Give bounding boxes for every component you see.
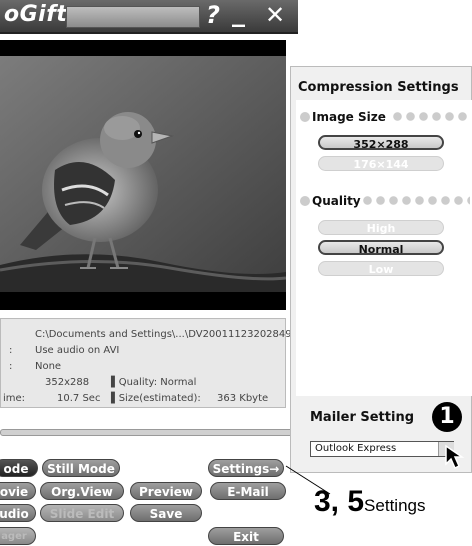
preview-button[interactable]: Preview [130, 482, 202, 500]
file-info-panel: C:\Documents and Settings\...\DV20011123… [0, 318, 310, 408]
none-prefix: : [9, 361, 13, 372]
settings-button[interactable]: Settings→ [208, 459, 284, 477]
audio-setting: Use audio on AVI [35, 345, 120, 356]
callout-text: Settings [364, 496, 426, 515]
effect-none: None [35, 361, 62, 372]
file-path: C:\Documents and Settings\...\DV20011123… [35, 329, 310, 340]
step-badge: 1 [432, 402, 462, 432]
minimize-button[interactable]: _ [232, 0, 245, 28]
exit-button[interactable]: Exit [208, 527, 284, 545]
movie-button[interactable]: ovie [0, 482, 36, 500]
title-field [66, 6, 200, 28]
quality-info: ▌Quality: Normal [111, 377, 197, 388]
quality-label: Quality [312, 194, 361, 208]
audio-prefix: : [9, 345, 13, 356]
resolution: 352x288 [45, 377, 90, 388]
audio-button[interactable]: udio [0, 504, 36, 522]
mailer-setting-label: Mailer Setting [310, 410, 414, 425]
divider-dots [392, 111, 470, 122]
org-view-button[interactable]: Org.View [40, 482, 124, 500]
save-button[interactable]: Save [130, 504, 202, 522]
manager-button[interactable]: ager [0, 527, 36, 545]
compression-settings-title: Compression Settings [298, 80, 459, 95]
size-label-text: Size(estimated): [118, 393, 201, 404]
help-button[interactable]: ? [206, 1, 220, 29]
callout-number: 3, 5 [314, 485, 365, 518]
quality-high-option[interactable]: High [318, 220, 444, 235]
image-size-352-option[interactable]: 352×288 [318, 135, 444, 151]
time-label: ime: [3, 393, 26, 404]
size-label: ▌Size(estimated): [111, 393, 201, 404]
mouse-cursor-icon [445, 444, 465, 470]
bullet-icon [300, 112, 310, 122]
callout-label: 3, 5Settings [314, 485, 425, 519]
quality-info-text: Quality: Normal [118, 377, 197, 388]
quality-normal-option[interactable]: Normal [318, 240, 444, 256]
close-button[interactable]: ✕ [265, 1, 285, 29]
video-preview [0, 40, 286, 310]
mailer-select[interactable]: Outlook Express [310, 441, 454, 457]
image-size-176-option[interactable]: 176×144 [318, 156, 444, 171]
bullet-icon [300, 196, 310, 206]
time-value: 10.7 Sec [57, 393, 101, 404]
size-value: 363 Kbyte [217, 393, 269, 404]
timeline-slider[interactable] [0, 429, 314, 436]
quality-low-option[interactable]: Low [318, 261, 444, 276]
app-title: oGift [4, 2, 68, 27]
image-size-label: Image Size [312, 110, 386, 124]
email-button[interactable]: E-Mail [210, 482, 286, 500]
bird-image [0, 56, 286, 292]
divider-dots [362, 195, 470, 206]
still-mode-button[interactable]: Still Mode [42, 459, 120, 477]
movie-mode-button[interactable]: ode [0, 459, 38, 477]
slide-edit-button: Slide Edit [40, 504, 124, 522]
